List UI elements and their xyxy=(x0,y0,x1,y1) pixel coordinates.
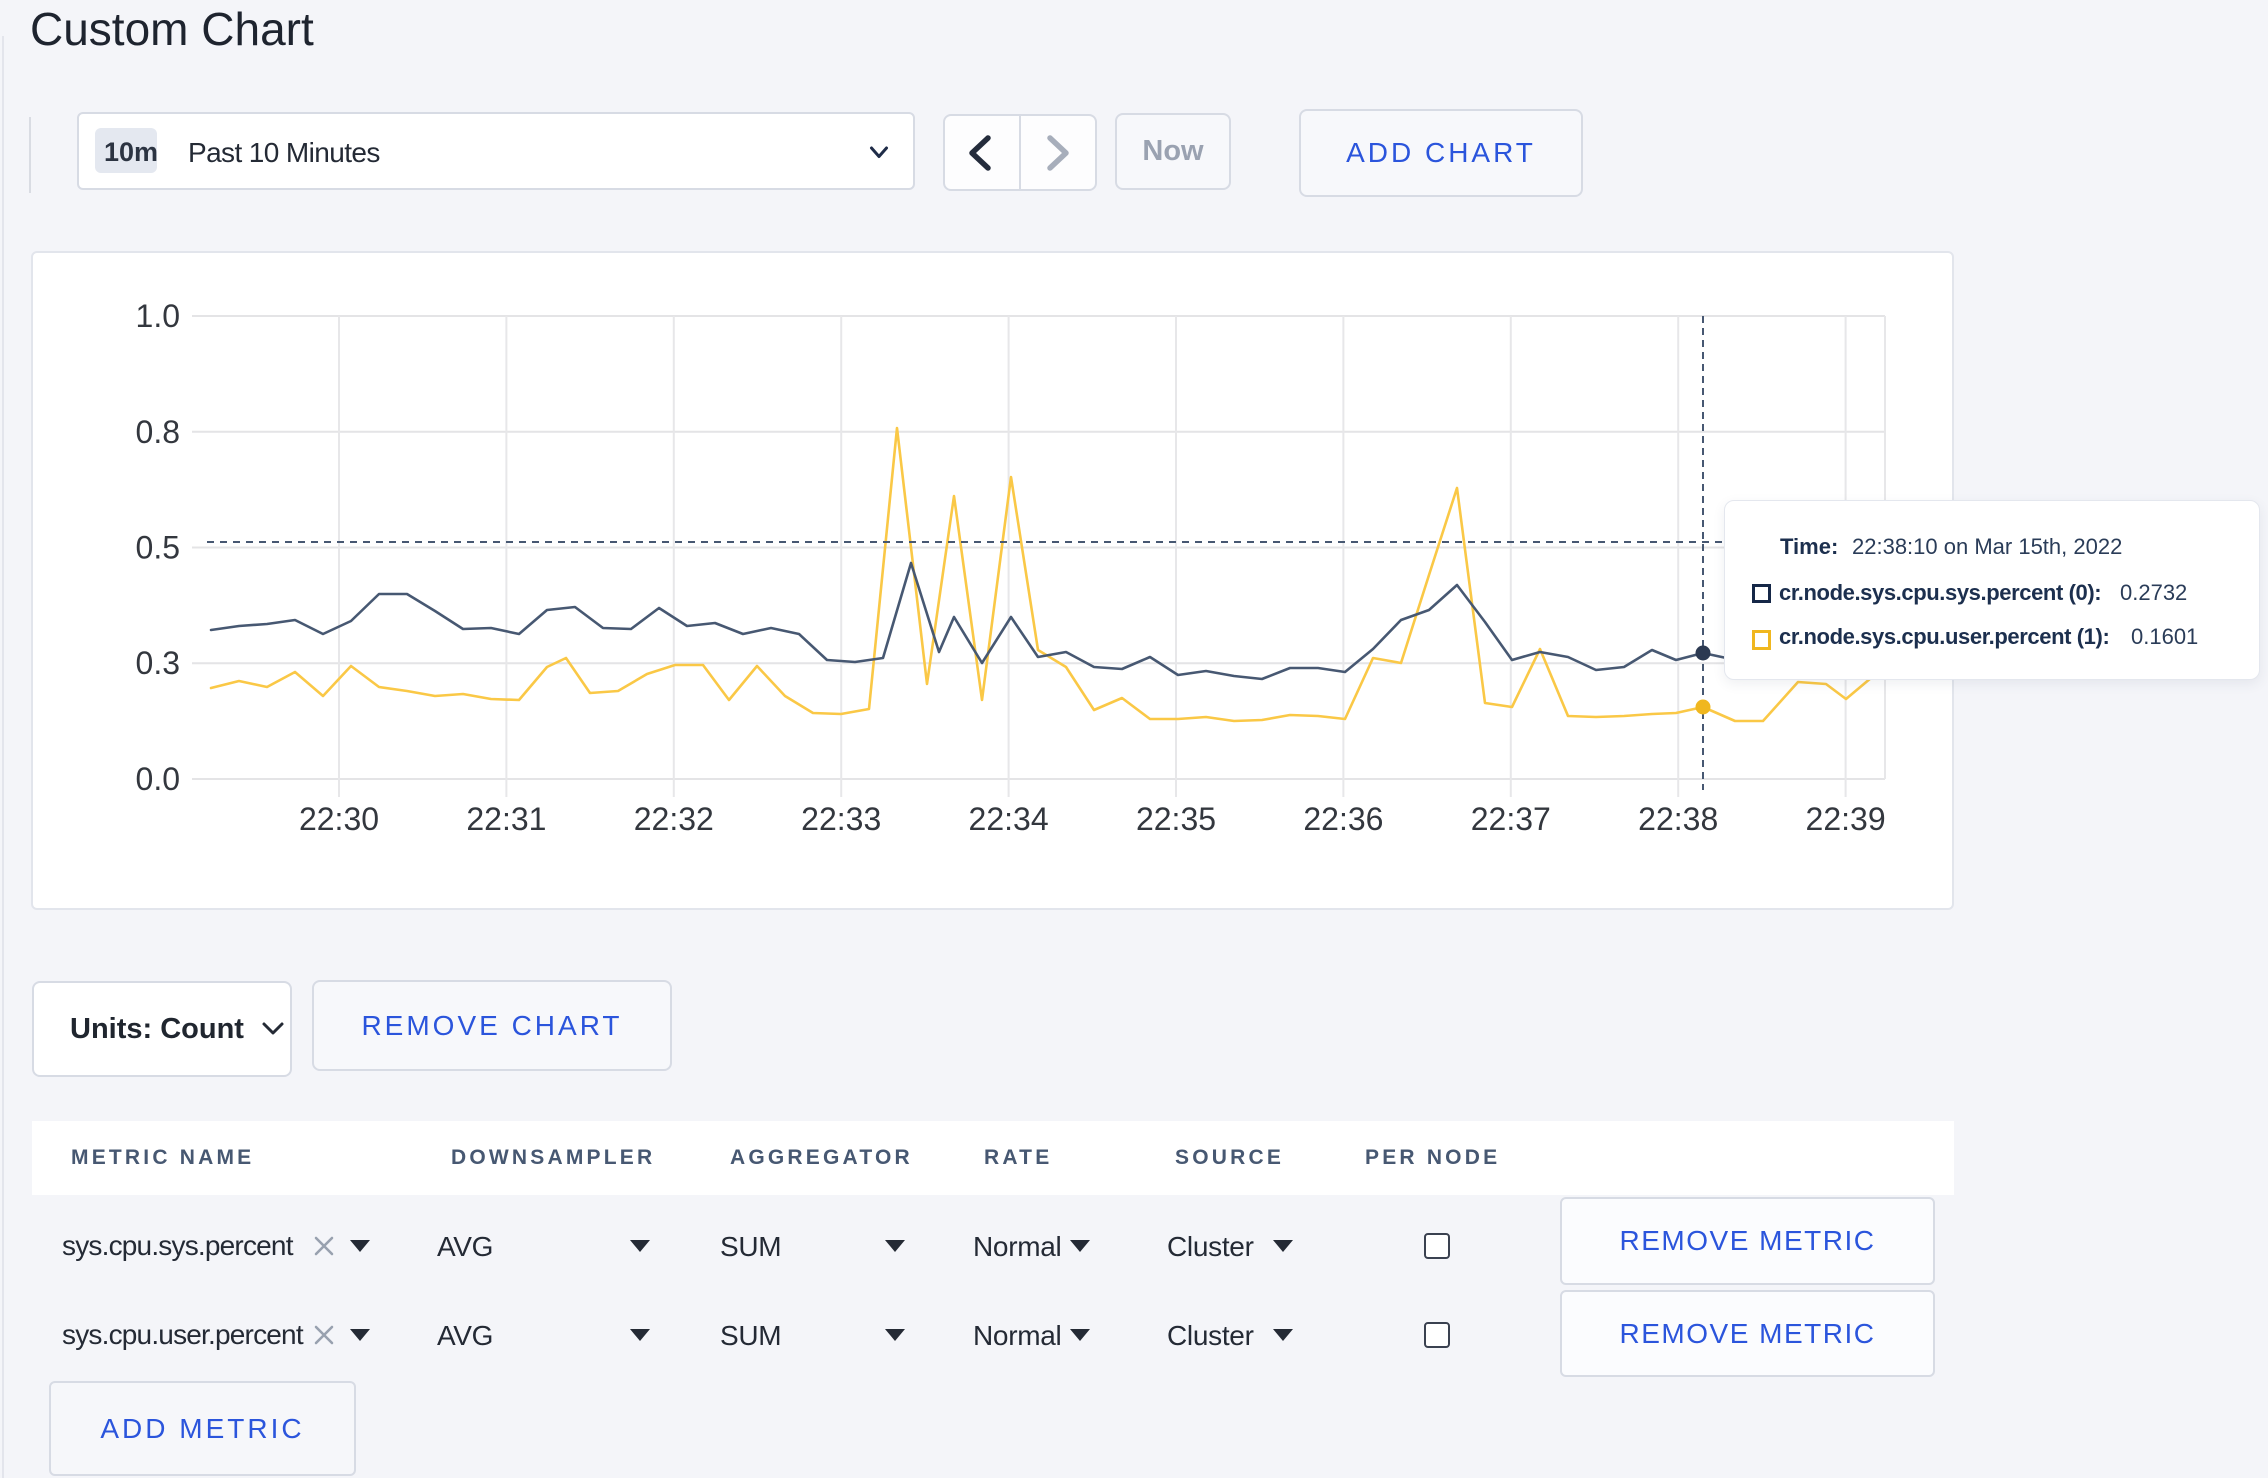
svg-text:0.0: 0.0 xyxy=(136,761,180,797)
svg-text:22:39: 22:39 xyxy=(1806,801,1886,837)
svg-text:22:36: 22:36 xyxy=(1303,801,1383,837)
svg-text:22:34: 22:34 xyxy=(969,801,1049,837)
svg-text:22:32: 22:32 xyxy=(634,801,714,837)
svg-text:1.0: 1.0 xyxy=(136,298,180,334)
svg-text:22:30: 22:30 xyxy=(299,801,379,837)
svg-text:22:37: 22:37 xyxy=(1471,801,1551,837)
svg-text:0.5: 0.5 xyxy=(136,530,180,566)
svg-text:22:35: 22:35 xyxy=(1136,801,1216,837)
svg-text:22:31: 22:31 xyxy=(466,801,546,837)
svg-text:22:33: 22:33 xyxy=(801,801,881,837)
svg-text:22:38: 22:38 xyxy=(1638,801,1718,837)
svg-text:0.3: 0.3 xyxy=(136,645,180,681)
svg-text:0.8: 0.8 xyxy=(136,414,180,450)
